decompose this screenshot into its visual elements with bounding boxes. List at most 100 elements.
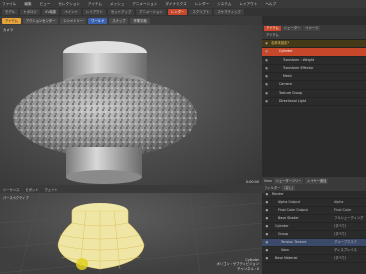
menu-item[interactable]: レイアウト (239, 2, 257, 7)
shader-name: Cylinder (275, 224, 289, 228)
item-list-header: アイテム (262, 32, 366, 40)
shader-row[interactable]: ● Alpha Output Alpha (262, 199, 366, 207)
layout-tab[interactable]: セットアップ (107, 9, 135, 15)
layout-tab[interactable]: スクリプト (189, 9, 213, 15)
viewport-toolbar: アイテム アクションセンター シンメトリー ワールド スナップ 作業平面 (0, 16, 262, 25)
tree-row-label: Directional Light (279, 99, 307, 104)
eye-icon[interactable]: ● (262, 207, 272, 214)
menu-item[interactable]: セレクション (58, 2, 80, 7)
viewport-label: カメラ (3, 28, 14, 32)
panel-tab[interactable]: アイテム (264, 26, 281, 31)
view-select[interactable]: シェーダーツリー (273, 177, 304, 184)
layout-tab[interactable]: スケマティック (214, 9, 244, 15)
add-layer-button[interactable]: レイヤー追加 (305, 177, 329, 184)
menu-item[interactable]: ダイナミクス (165, 2, 186, 7)
shader-filter-row: フィルター (なし) (262, 184, 366, 191)
eye-icon[interactable]: ● (262, 81, 271, 88)
selection-info: Cylinder ポリゴン : サブディビジョン チャンネル : 0 (216, 258, 259, 272)
filter-select[interactable]: (なし) (282, 184, 296, 191)
tree-row[interactable]: ● Camera (262, 81, 366, 90)
info-line: チャンネル : 0 (237, 266, 259, 271)
eye-icon[interactable]: ● (262, 98, 271, 105)
shader-effect: ディスプレイス (334, 248, 357, 252)
shader-effect: グループマスク (334, 240, 357, 244)
menu-bar: ファイル 編集 ビュー セレクション アイテム メッシュ アニメーション ダイナミクス レンダー… (0, 0, 366, 8)
tree-row[interactable]: ● 名称未設定* (262, 40, 366, 49)
toolbar-button[interactable]: シンメトリー (60, 17, 87, 24)
eye-icon[interactable]: ● (262, 57, 271, 64)
tree-row[interactable]: ● Mesh (262, 73, 366, 82)
tree-row-label: Texture Group (279, 90, 303, 95)
eye-icon[interactable]: ● (262, 247, 272, 254)
tree-row[interactable]: ● Directional Light (262, 98, 366, 107)
menu-item[interactable]: システム (217, 2, 231, 7)
viewport-mode-button[interactable]: シーケンス (3, 187, 19, 192)
menu-item[interactable]: ファイル (2, 2, 16, 7)
viewport-render[interactable]: カメラ 0:00:00 (0, 25, 262, 185)
timecode: 0:00:00 (245, 180, 259, 184)
shader-view-row: View シェーダーツリー レイヤー追加 (262, 177, 366, 184)
eye-icon[interactable]: ● (262, 90, 271, 97)
layout-tab[interactable]: モデル (2, 9, 19, 15)
toolbar-button[interactable]: アイテム (2, 17, 21, 24)
layout-tab-bar: モデル トポロジ UV編集 ペイント レイアウト セットアップ アニメーション レンダー スクリ… (0, 8, 366, 16)
layout-tab[interactable]: ペイント (61, 9, 81, 15)
layout-tab[interactable]: アニメーション (136, 9, 166, 15)
tree-row-label: Mesh (283, 74, 292, 79)
toolbar-button[interactable]: スナップ (109, 17, 129, 24)
shader-row[interactable]: ● Base Shader フルシェーディング (262, 215, 366, 223)
shader-effect: Alpha (334, 200, 344, 204)
shader-row[interactable]: ● Group (すべて) (262, 231, 366, 239)
shader-name: Final Color Output (278, 208, 308, 212)
shader-row[interactable]: ● Render (262, 191, 366, 199)
eye-icon[interactable]: ● (262, 223, 272, 230)
layout-tab[interactable]: UV編集 (41, 9, 60, 15)
filter-label: フィルター (264, 186, 281, 190)
viewport-perspective[interactable]: パースペクティブ Cylinder ポリゴン : サブディビジョン チャンネル … (0, 193, 262, 274)
toolbar-button[interactable]: アクションセンター (22, 17, 59, 24)
lower-viewport-bar: シーケンス ピボット ウェイト (0, 185, 265, 193)
shader-name: Alpha Output (278, 200, 300, 204)
shader-name: Voxx (281, 248, 289, 252)
viewport-mode-button[interactable]: ピボット (25, 187, 38, 192)
panel-tab[interactable]: シェーダー (281, 26, 303, 31)
shader-row[interactable]: ● Base Material (すべて) (262, 255, 366, 263)
layout-tab[interactable]: レンダー (167, 9, 188, 15)
tree-row[interactable]: ● Texture Group (262, 90, 366, 99)
eye-icon[interactable]: ● (262, 199, 272, 206)
eye-icon[interactable]: ● (262, 255, 272, 262)
toolbar-button[interactable]: 作業平面 (130, 17, 150, 24)
menu-item[interactable]: メッシュ (110, 2, 124, 7)
viewport-mode-button[interactable]: ウェイト (45, 187, 58, 192)
eye-icon[interactable]: ● (262, 48, 271, 55)
eye-icon[interactable]: ● (262, 239, 272, 246)
menu-item[interactable]: ビュー (40, 2, 51, 7)
rendered-model (13, 41, 197, 184)
shader-tree-panel: View シェーダーツリー レイヤー追加 フィルター (なし) ● Render ●… (262, 177, 366, 274)
tree-row[interactable]: ● Transform Effector (262, 65, 366, 74)
eye-icon[interactable]: ● (262, 65, 271, 72)
tree-row-label: Transform : Weight (283, 57, 315, 62)
layout-tab[interactable]: レイアウト (82, 9, 106, 15)
toolbar-button[interactable]: ワールド (88, 17, 108, 24)
menu-item[interactable]: 編集 (24, 2, 31, 7)
shader-row[interactable]: ● Cylinder (すべて) (262, 223, 366, 231)
eye-icon[interactable]: ● (262, 40, 271, 47)
layout-tab[interactable]: トポロジ (20, 9, 40, 15)
eye-icon[interactable]: ● (262, 231, 272, 238)
eye-icon[interactable]: ● (262, 73, 271, 80)
shader-effect: Final Color (334, 208, 352, 212)
shader-row[interactable]: ● Tension Texture グループマスク (262, 239, 366, 247)
shader-effect: (すべて) (334, 224, 347, 228)
eye-icon[interactable]: ● (262, 215, 272, 222)
menu-item[interactable]: レンダー (195, 2, 209, 7)
shader-row[interactable]: ● Final Color Output Final Color (262, 207, 366, 215)
menu-item[interactable]: アニメーション (132, 2, 157, 7)
shader-row[interactable]: ● Voxx ディスプレイス (262, 247, 366, 255)
menu-item[interactable]: アイテム (88, 2, 102, 7)
menu-item[interactable]: ヘルプ (265, 2, 276, 7)
panel-tab[interactable]: イメージ (303, 26, 321, 31)
view-label: View (264, 178, 272, 183)
tree-row[interactable]: ● Cylinder (262, 48, 366, 57)
tree-row[interactable]: ● Transform : Weight (262, 57, 366, 65)
